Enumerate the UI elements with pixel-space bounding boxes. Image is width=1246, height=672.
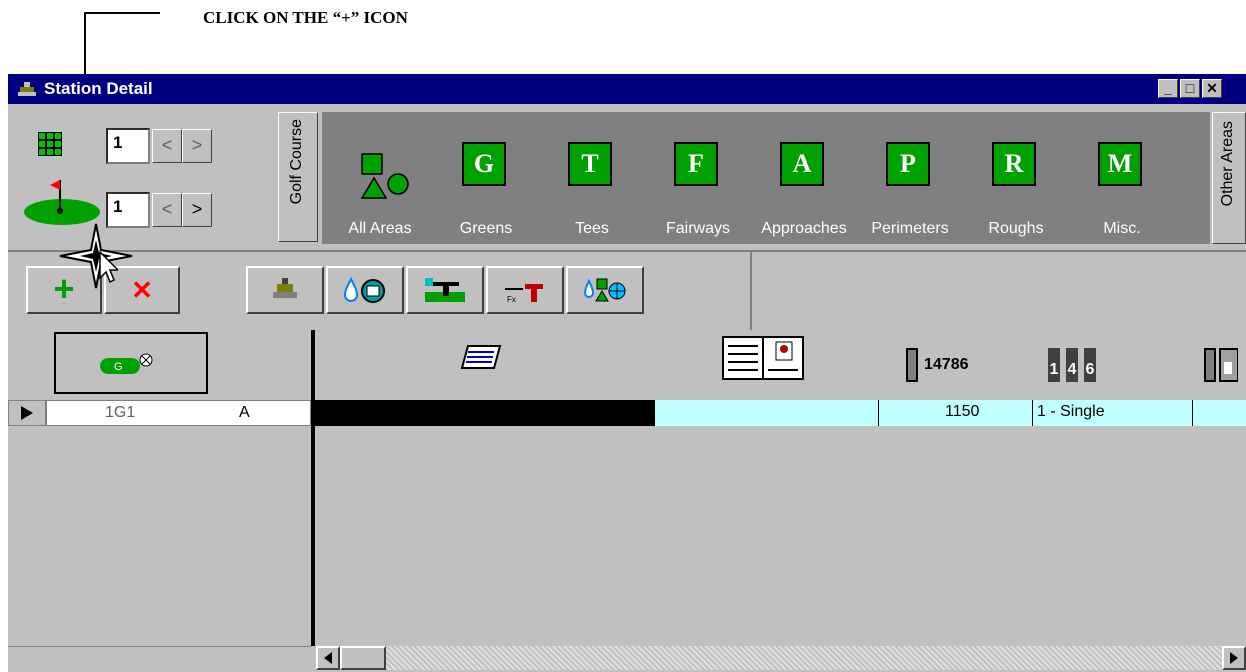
area-label: Misc.: [1103, 220, 1141, 237]
sprinkler-button[interactable]: [246, 266, 324, 314]
station-column-header[interactable]: G: [54, 332, 208, 394]
water-areas-icon: [583, 278, 626, 302]
valve-formula-button[interactable]: Fx: [486, 266, 564, 314]
station-cell[interactable]: 1G1 A: [46, 400, 311, 426]
id-cell[interactable]: [655, 400, 879, 426]
fairways-icon: F: [674, 142, 718, 186]
grid-header: G 14786 1 4 6: [8, 330, 1246, 400]
water-meter-button[interactable]: [326, 266, 404, 314]
water-meter-icon: [343, 276, 385, 303]
scroll-right-button[interactable]: [1222, 646, 1246, 670]
maximize-button[interactable]: □: [1180, 79, 1200, 98]
misc-icon: M: [1098, 142, 1142, 186]
area-label: Roughs: [988, 220, 1044, 237]
area-tees[interactable]: T Tees: [544, 112, 640, 244]
extra-cell[interactable]: [1193, 400, 1246, 426]
mouse-pointer-icon: [99, 250, 118, 284]
type-cell[interactable]: 1 - Single: [1033, 400, 1193, 426]
area-fairways[interactable]: F Fairways: [650, 112, 746, 244]
pipe-icon: [425, 278, 465, 302]
water-areas-button[interactable]: [566, 266, 644, 314]
horizontal-scrollbar[interactable]: [316, 646, 1246, 672]
station-id: 1G1: [105, 404, 136, 421]
scroll-track[interactable]: [386, 646, 1222, 670]
station-icon: [100, 353, 153, 374]
area-perimeters[interactable]: P Perimeters: [862, 112, 958, 244]
row-selector[interactable]: [8, 400, 46, 426]
title-bar[interactable]: Station Detail _ □ ✕: [8, 74, 1246, 104]
callout-line: [84, 12, 160, 14]
station-icon-label: G: [114, 361, 123, 373]
other-areas-tab-label: Other Areas: [1219, 121, 1236, 207]
detail-pane: [315, 426, 1246, 646]
pane-divider[interactable]: [311, 330, 315, 646]
left-footer: [8, 646, 311, 672]
greens-icon: G: [462, 142, 506, 186]
pipe-button[interactable]: [406, 266, 484, 314]
station-detail-window: Station Detail _ □ ✕ 1 < > 1 < > Golf Co…: [8, 74, 1246, 672]
row-pointer-icon: [21, 406, 33, 420]
arrow-left-icon: [324, 652, 332, 664]
number-value: 1150: [945, 403, 980, 420]
station-area: A: [239, 404, 250, 421]
id-card-icon[interactable]: [722, 336, 806, 380]
digit-2: 4: [1066, 348, 1078, 382]
station-list-pane: [8, 400, 311, 672]
perimeters-icon: P: [886, 142, 930, 186]
area-label: Greens: [459, 220, 513, 237]
sprinkler-icon: [18, 82, 36, 96]
sprinkler-tool-icon: [273, 278, 297, 298]
valve-formula-icon: Fx: [505, 284, 543, 304]
area-label: Tees: [575, 220, 609, 237]
svg-text:Fx: Fx: [507, 295, 516, 304]
area-misc[interactable]: M Misc.: [1074, 112, 1170, 244]
number-cell[interactable]: 1150: [879, 400, 1033, 426]
area-label: Perimeters: [871, 220, 949, 237]
all-areas-icon: [360, 153, 409, 199]
area-label: Approaches: [761, 220, 847, 237]
area-filter-bar: All Areas G Greens T Tees F Fairways A A…: [322, 112, 1210, 244]
digit-3: 6: [1084, 348, 1096, 382]
type-value: 1 - Single: [1037, 403, 1105, 420]
table-row[interactable]: 1G1 A 1150 1 - Single: [8, 400, 1246, 426]
digit-1: 1: [1048, 348, 1060, 382]
course-next-button[interactable]: >: [182, 129, 212, 163]
hole-flag-icon: [24, 180, 100, 225]
close-button[interactable]: ✕: [1202, 79, 1222, 98]
area-all-areas[interactable]: All Areas: [332, 112, 428, 244]
scroll-left-button[interactable]: [316, 646, 340, 670]
cursor-highlight: [59, 223, 133, 289]
counter-total: 14786: [924, 356, 969, 373]
roughs-icon: R: [992, 142, 1036, 186]
tees-icon: T: [568, 142, 612, 186]
tab-golf-course[interactable]: Golf Course: [278, 112, 318, 242]
hole-prev-button[interactable]: <: [152, 193, 182, 227]
course-number-field[interactable]: 1: [106, 128, 150, 164]
window-title: Station Detail: [44, 79, 153, 98]
area-label: All Areas: [348, 220, 412, 237]
notes-icon[interactable]: [460, 344, 502, 370]
status-indicator-icon: [1204, 348, 1238, 382]
tab-other-areas[interactable]: Other Areas: [1212, 112, 1246, 244]
area-roughs[interactable]: R Roughs: [968, 112, 1064, 244]
counter-icon: [906, 348, 918, 382]
area-greens[interactable]: G Greens: [438, 112, 534, 244]
approaches-icon: A: [780, 142, 824, 186]
arrow-right-icon: [1230, 652, 1238, 664]
area-approaches[interactable]: A Approaches: [756, 112, 852, 244]
minimize-button[interactable]: _: [1158, 79, 1178, 98]
instruction-callout: CLICK ON THE “+” ICON: [203, 8, 408, 27]
course-hole-selector: 1 < > 1 < >: [8, 104, 278, 250]
toolbar-divider: [750, 252, 752, 330]
notes-cell[interactable]: [315, 400, 655, 426]
hole-next-button[interactable]: >: [182, 193, 212, 227]
toolbar: + ✕ Fx: [8, 250, 1246, 330]
golf-course-tab-label: Golf Course: [288, 119, 305, 205]
course-grid-icon: [38, 132, 62, 156]
course-prev-button[interactable]: <: [152, 129, 182, 163]
area-label: Fairways: [665, 220, 730, 237]
scroll-thumb[interactable]: [340, 646, 386, 670]
